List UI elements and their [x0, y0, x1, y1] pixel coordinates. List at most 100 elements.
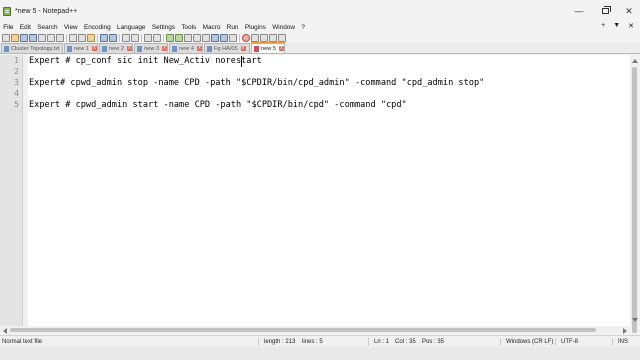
status-separator [368, 338, 369, 346]
tab-label: new 5 [261, 45, 276, 52]
print-icon[interactable] [56, 33, 64, 42]
line-number-gutter: 1 2 3 4 5 [0, 55, 23, 326]
menu-encoding[interactable]: Encoding [81, 24, 114, 31]
file-saved-icon [172, 45, 177, 52]
show-all-chars-icon[interactable] [193, 33, 201, 42]
vertical-scroll-thumb[interactable] [632, 67, 637, 333]
menu-view[interactable]: View [61, 24, 81, 31]
menu-language[interactable]: Language [114, 24, 149, 31]
menu-help[interactable]: ? [298, 24, 308, 31]
document-map-icon[interactable] [211, 33, 219, 42]
status-separator [500, 338, 501, 346]
code-line[interactable]: Expert # cpwd_admin start -name CPD -pat… [29, 100, 407, 110]
sync-horizontal-icon[interactable] [175, 33, 183, 42]
stop-macro-icon[interactable] [251, 33, 259, 42]
scroll-right-arrow-icon[interactable] [623, 328, 627, 334]
menu-search[interactable]: Search [34, 24, 61, 31]
folder-workspace-icon[interactable] [229, 33, 237, 42]
close-all-icon[interactable] [47, 33, 55, 42]
new-file-icon[interactable] [2, 33, 10, 42]
tab-new-4[interactable]: new 4 x [169, 43, 203, 53]
bottom-strip [0, 347, 640, 360]
menu-tools[interactable]: Tools [178, 24, 199, 31]
run-macro-multiple-icon[interactable] [269, 33, 277, 42]
zoom-in-icon[interactable] [144, 33, 152, 42]
horizontal-scrollbar[interactable] [0, 326, 630, 334]
save-all-icon[interactable] [29, 33, 37, 42]
text-editor[interactable]: 1 2 3 4 5 Expert # cp_conf sic init New_… [0, 55, 630, 326]
toolbar [0, 32, 640, 43]
file-saved-icon [4, 45, 9, 52]
open-file-icon[interactable] [11, 33, 19, 42]
copy-icon[interactable] [78, 33, 86, 42]
tab-label: new 4 [179, 45, 194, 52]
maximize-button[interactable] [592, 0, 618, 22]
line-number: 4 [14, 89, 19, 98]
minimize-button[interactable]: — [566, 0, 592, 22]
close-file-icon[interactable] [38, 33, 46, 42]
tab-close-icon[interactable]: x [161, 46, 167, 51]
scroll-left-arrow-icon[interactable] [3, 328, 7, 334]
toolbar-separator [239, 33, 240, 42]
menu-window[interactable]: Window [269, 24, 298, 31]
tab-list-button[interactable]: ▼ [613, 22, 620, 30]
menu-bar: File Edit Search View Encoding Language … [0, 22, 640, 32]
tab-label: new 2 [109, 45, 124, 52]
save-macro-icon[interactable] [278, 33, 286, 42]
tab-label: new 1 [74, 45, 89, 52]
menu-run[interactable]: Run [224, 24, 242, 31]
status-separator [612, 338, 613, 346]
play-macro-icon[interactable] [260, 33, 268, 42]
tab-label: Cluster Topology.txt [11, 45, 60, 52]
tab-close-icon[interactable]: x [91, 46, 97, 51]
tab-new-3[interactable]: new 3 x [134, 43, 168, 53]
tab-new-1[interactable]: new 1 x [64, 43, 98, 53]
record-macro-icon[interactable] [242, 33, 250, 42]
function-list-icon[interactable] [220, 33, 228, 42]
vertical-scrollbar[interactable] [630, 55, 640, 333]
menu-edit[interactable]: Edit [17, 24, 34, 31]
code-line[interactable]: Expert # cp_conf sic init New_Activ nore… [29, 56, 262, 66]
tab-close-icon[interactable]: x [278, 46, 284, 51]
maximize-icon [601, 8, 609, 14]
toolbar-separator [97, 33, 98, 42]
tab-label: new 3 [144, 45, 159, 52]
tab-close-icon[interactable]: x [240, 46, 246, 51]
tab-new-2[interactable]: new 2 x [99, 43, 133, 53]
save-icon[interactable] [20, 33, 28, 42]
menu-plugins[interactable]: Plugins [242, 24, 269, 31]
close-document-button[interactable]: ✕ [628, 22, 634, 30]
tab-close-icon[interactable]: x [196, 46, 202, 51]
close-button[interactable]: ✕ [616, 0, 640, 22]
paste-icon[interactable] [87, 33, 95, 42]
notepadpp-app-icon [3, 6, 11, 16]
undo-icon[interactable] [100, 33, 108, 42]
tab-close-icon[interactable]: x [126, 46, 132, 51]
indent-guide-icon[interactable] [202, 33, 210, 42]
menu-macro[interactable]: Macro [199, 24, 223, 31]
code-line[interactable]: Expert# cpwd_admin stop -name CPD -path … [29, 78, 484, 88]
scroll-up-arrow-icon[interactable] [632, 59, 638, 63]
sync-vertical-icon[interactable] [166, 33, 174, 42]
menu-right-controls: + ▼ ✕ [601, 22, 634, 30]
replace-icon[interactable] [131, 33, 139, 42]
find-icon[interactable] [122, 33, 130, 42]
tab-new-5[interactable]: new 5 x [251, 42, 285, 53]
new-tab-button[interactable]: + [601, 22, 605, 30]
horizontal-scroll-thumb[interactable] [10, 328, 596, 332]
cut-icon[interactable] [69, 33, 77, 42]
redo-icon[interactable] [109, 33, 117, 42]
zoom-out-icon[interactable] [153, 33, 161, 42]
file-saved-icon [207, 45, 212, 52]
tab-cluster-topology[interactable]: Cluster Topology.txt x [1, 43, 63, 53]
toolbar-separator [66, 33, 67, 42]
tab-fg-ha[interactable]: Fg HA/05 x [204, 43, 250, 53]
status-separator [555, 338, 556, 346]
menu-file[interactable]: File [0, 24, 17, 31]
text-caret [241, 56, 242, 67]
menu-settings[interactable]: Settings [149, 24, 178, 31]
file-saved-icon [67, 45, 72, 52]
word-wrap-icon[interactable] [184, 33, 192, 42]
line-number: 3 [14, 78, 19, 87]
scroll-down-arrow-icon[interactable] [632, 318, 638, 322]
